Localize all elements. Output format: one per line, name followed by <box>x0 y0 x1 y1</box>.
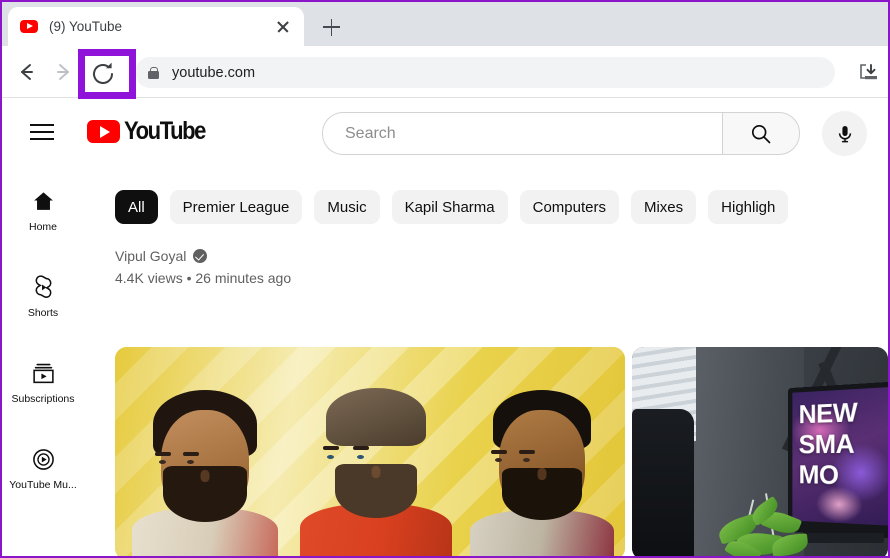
smart-monitor-thumbnail[interactable]: NEW SMA MO <box>632 347 888 556</box>
tab-title: (9) YouTube <box>49 19 123 34</box>
microphone-icon[interactable] <box>822 111 867 156</box>
reload-icon[interactable] <box>87 58 119 90</box>
player-left <box>125 347 285 556</box>
url-text: youtube.com <box>172 64 256 81</box>
sidebar-label-youtube-music: YouTube Mu... <box>9 479 77 491</box>
youtube-play-icon <box>87 120 120 143</box>
plus-icon[interactable] <box>316 12 346 42</box>
sidebar: Home Shorts Subscriptions YouTube Mu... <box>2 168 84 556</box>
chip-all[interactable]: All <box>115 190 158 224</box>
arrow-left-icon[interactable] <box>10 56 42 88</box>
premier-league-players-thumbnail[interactable] <box>115 347 625 556</box>
youtube-music-icon <box>31 446 56 472</box>
channel-name: Vipul Goyal <box>115 248 187 264</box>
chip-highlights[interactable]: Highligh <box>708 190 789 224</box>
verified-badge-icon <box>193 249 208 263</box>
search-bar: Search <box>322 112 800 155</box>
lock-icon <box>148 66 159 79</box>
sidebar-item-shorts[interactable]: Shorts <box>2 274 84 319</box>
sidebar-label-home: Home <box>28 221 57 233</box>
chip-kapil-sharma[interactable]: Kapil Sharma <box>391 190 508 224</box>
search-placeholder: Search <box>345 124 396 142</box>
search-button[interactable] <box>722 112 800 155</box>
browser-tab-youtube[interactable]: (9) YouTube <box>8 7 304 46</box>
shorts-icon <box>31 274 56 300</box>
search-input[interactable]: Search <box>322 112 722 155</box>
tab-strip: (9) YouTube <box>2 2 888 46</box>
home-icon <box>31 188 56 214</box>
screen-text-line-2: SMA <box>798 428 855 460</box>
subscriptions-icon <box>31 360 56 386</box>
chip-computers[interactable]: Computers <box>519 190 619 224</box>
player-right <box>463 347 621 556</box>
screen-text-line-1: NEW <box>798 397 858 430</box>
hamburger-menu-icon[interactable] <box>28 120 56 144</box>
sidebar-item-home[interactable]: Home <box>2 188 84 233</box>
download-icon[interactable] <box>857 62 879 84</box>
channel-row[interactable]: Vipul Goyal <box>115 248 535 264</box>
browser-window: (9) YouTube youtube.com YouTube Search A… <box>0 0 890 558</box>
dark-foreground-object <box>632 409 694 556</box>
sidebar-label-subscriptions: Subscriptions <box>11 393 75 405</box>
search-icon <box>751 124 771 143</box>
youtube-logo[interactable]: YouTube <box>87 117 216 146</box>
screen-text-line-3: MO <box>798 460 839 490</box>
sidebar-item-youtube-music[interactable]: YouTube Mu... <box>2 446 84 491</box>
sidebar-label-shorts: Shorts <box>27 307 59 319</box>
chip-mixes[interactable]: Mixes <box>630 190 697 224</box>
close-icon[interactable] <box>272 16 294 38</box>
address-bar[interactable]: youtube.com <box>135 57 835 88</box>
monitor-stand <box>800 533 884 543</box>
youtube-logo-text: YouTube <box>124 117 206 145</box>
filter-chips-row[interactable]: All Premier League Music Kapil Sharma Co… <box>115 185 888 229</box>
chip-premier-league[interactable]: Premier League <box>169 190 303 224</box>
arrow-right-icon <box>47 56 79 88</box>
sidebar-item-subscriptions[interactable]: Subscriptions <box>2 360 84 405</box>
player-center <box>293 347 459 556</box>
plant <box>715 489 809 556</box>
video-meta: Vipul Goyal 4.4K views • 26 minutes ago <box>115 226 535 286</box>
youtube-favicon-icon <box>20 20 38 33</box>
video-stats: 4.4K views • 26 minutes ago <box>115 270 292 286</box>
chip-music[interactable]: Music <box>314 190 380 224</box>
